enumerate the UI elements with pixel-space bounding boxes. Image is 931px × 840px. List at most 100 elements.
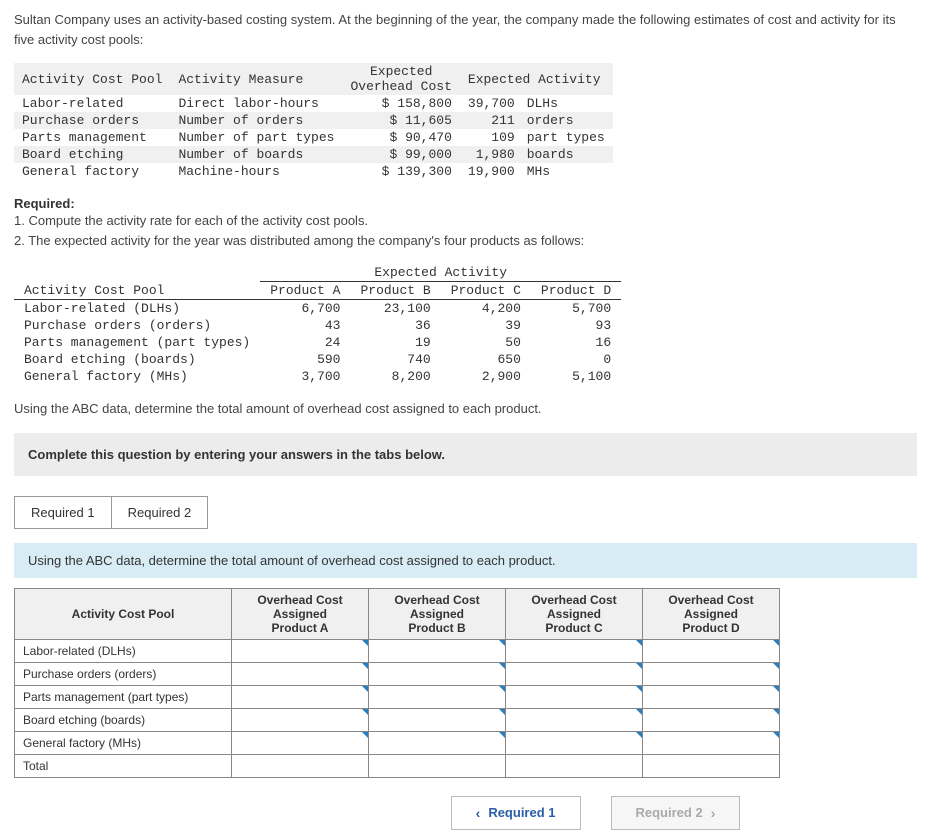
t3-r0-a[interactable] [232,639,369,662]
t2-r0-d: 5,700 [531,300,621,318]
t1-r2-measure: Number of part types [170,129,342,146]
t3-r1-lbl: Purchase orders (orders) [15,662,232,685]
t2-r2-b: 19 [350,334,440,351]
t2-h-c: Product C [441,282,531,300]
t1-r2-qty: 109 [460,129,523,146]
t2-r2-a: 24 [260,334,350,351]
t3-r4-b[interactable] [369,731,506,754]
nav-next-button[interactable]: Required 2 › [611,796,741,830]
complete-banner: Complete this question by entering your … [14,433,917,476]
t2-r3-pool: Board etching (boards) [14,351,260,368]
abc-instruction: Using the ABC data, determine the total … [14,399,917,419]
t2-r2-d: 16 [531,334,621,351]
t3-r0-c[interactable] [506,639,643,662]
t1-r3-unit: boards [523,146,613,163]
t1-r2-pool: Parts management [14,129,170,146]
t3-r5-c[interactable] [506,754,643,777]
t1-r3-qty: 1,980 [460,146,523,163]
t2-h-pool: Activity Cost Pool [14,264,260,300]
t2-r0-pool: Labor-related (DLHs) [14,300,260,318]
t1-r0-pool: Labor-related [14,95,170,112]
t2-r1-b: 36 [350,317,440,334]
t2-r0-b: 23,100 [350,300,440,318]
t2-h-group: Expected Activity [260,264,621,282]
required-heading: Required: [14,196,917,211]
t1-h-pool: Activity Cost Pool [14,63,170,95]
t2-r2-c: 50 [441,334,531,351]
t3-r4-a[interactable] [232,731,369,754]
t3-r1-b[interactable] [369,662,506,685]
t3-r3-a[interactable] [232,708,369,731]
t1-r1-unit: orders [523,112,613,129]
t2-r1-a: 43 [260,317,350,334]
t1-r2-cost: $ 90,470 [342,129,459,146]
required-1: 1. Compute the activity rate for each of… [14,211,917,231]
t2-h-d: Product D [531,282,621,300]
cost-pool-table: Activity Cost Pool Activity Measure Expe… [14,63,613,180]
t1-h-measure: Activity Measure [170,63,342,95]
t2-r4-c: 2,900 [441,368,531,385]
tab-required-2[interactable]: Required 2 [112,496,209,529]
t1-r3-pool: Board etching [14,146,170,163]
t1-h-cost: ExpectedOverhead Cost [342,63,459,95]
t2-r0-c: 4,200 [441,300,531,318]
t3-r5-a[interactable] [232,754,369,777]
t1-r2-unit: part types [523,129,613,146]
t3-r1-c[interactable] [506,662,643,685]
t3-r2-c[interactable] [506,685,643,708]
t2-r4-d: 5,100 [531,368,621,385]
t3-r1-d[interactable] [643,662,780,685]
t1-r1-qty: 211 [460,112,523,129]
t1-r0-unit: DLHs [523,95,613,112]
nav-prev-button[interactable]: ‹ Required 1 [451,796,581,830]
t2-r1-pool: Purchase orders (orders) [14,317,260,334]
t3-r3-c[interactable] [506,708,643,731]
t1-r1-cost: $ 11,605 [342,112,459,129]
t3-r2-b[interactable] [369,685,506,708]
t2-h-b: Product B [350,282,440,300]
t1-r4-unit: MHs [523,163,613,180]
t3-r2-d[interactable] [643,685,780,708]
expected-activity-table: Activity Cost Pool Expected Activity Pro… [14,264,621,385]
t3-r0-lbl: Labor-related (DLHs) [15,639,232,662]
t1-r4-pool: General factory [14,163,170,180]
t3-h-b: Overhead CostAssignedProduct B [369,588,506,639]
t1-r3-cost: $ 99,000 [342,146,459,163]
t1-r0-qty: 39,700 [460,95,523,112]
t1-r1-measure: Number of orders [170,112,342,129]
t3-r4-c[interactable] [506,731,643,754]
t3-h-a: Overhead CostAssignedProduct A [232,588,369,639]
t3-r2-a[interactable] [232,685,369,708]
t3-r1-a[interactable] [232,662,369,685]
t3-r4-d[interactable] [643,731,780,754]
t2-r1-c: 39 [441,317,531,334]
t1-r0-measure: Direct labor-hours [170,95,342,112]
t2-r3-c: 650 [441,351,531,368]
answer-table: Activity Cost Pool Overhead CostAssigned… [14,588,780,778]
t2-r4-pool: General factory (MHs) [14,368,260,385]
t3-r5-d[interactable] [643,754,780,777]
t2-r4-b: 8,200 [350,368,440,385]
t2-r4-a: 3,700 [260,368,350,385]
t3-r5-b[interactable] [369,754,506,777]
chevron-right-icon: › [711,805,716,821]
t2-r0-a: 6,700 [260,300,350,318]
intro-text: Sultan Company uses an activity-based co… [14,10,917,49]
t3-r3-d[interactable] [643,708,780,731]
t2-r3-b: 740 [350,351,440,368]
t2-h-a: Product A [260,282,350,300]
required-2: 2. The expected activity for the year wa… [14,231,917,251]
t2-r3-d: 0 [531,351,621,368]
tab-required-1[interactable]: Required 1 [14,496,112,529]
t3-r0-b[interactable] [369,639,506,662]
t1-h-activity: Expected Activity [460,63,613,95]
t3-r3-b[interactable] [369,708,506,731]
t3-r0-d[interactable] [643,639,780,662]
t1-r3-measure: Number of boards [170,146,342,163]
t1-r4-cost: $ 139,300 [342,163,459,180]
t3-r3-lbl: Board etching (boards) [15,708,232,731]
t3-h-d: Overhead CostAssignedProduct D [643,588,780,639]
t1-r0-cost: $ 158,800 [342,95,459,112]
nav-prev-label: Required 1 [488,805,555,820]
t3-r5-lbl: Total [15,754,232,777]
